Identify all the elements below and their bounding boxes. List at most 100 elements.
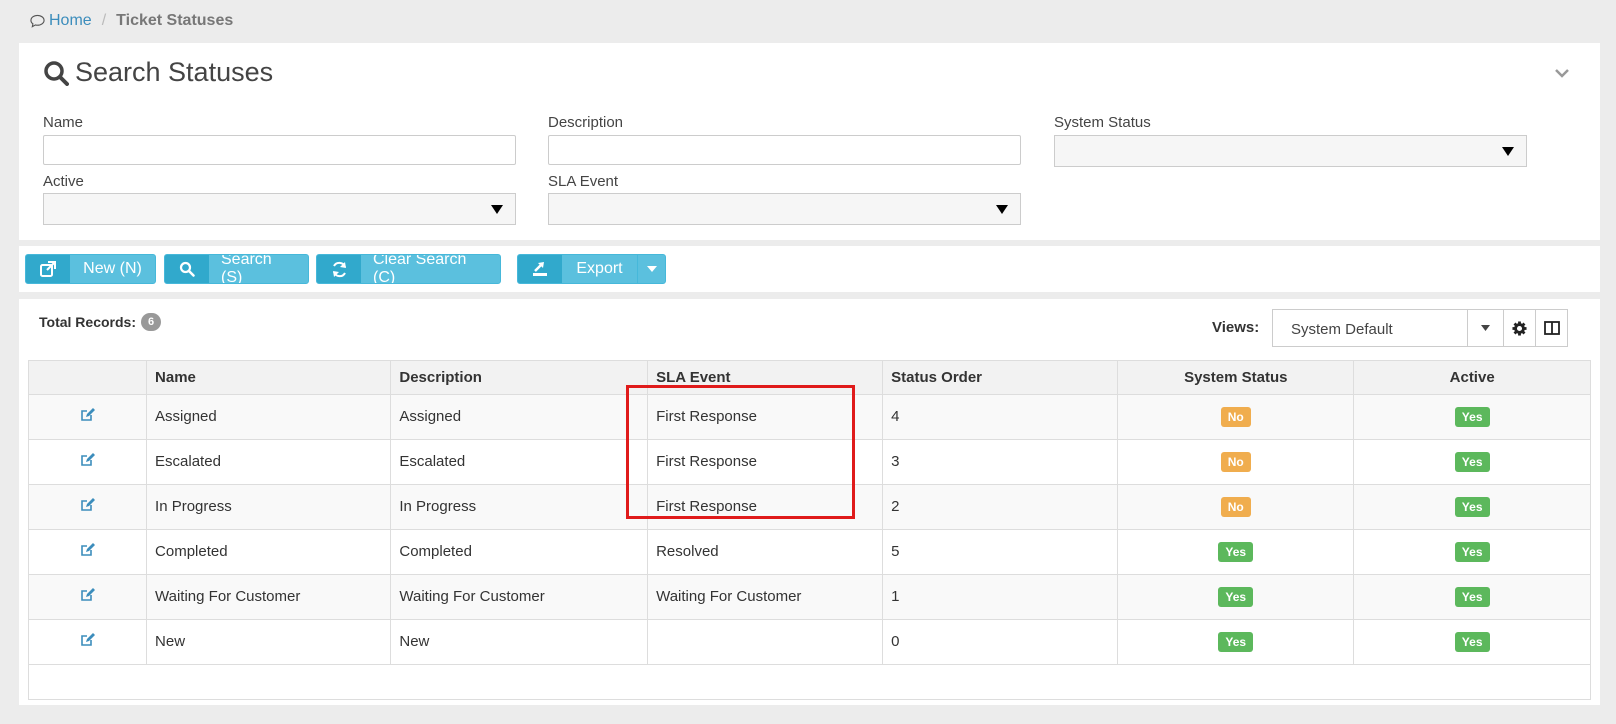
results-panel: Total Records: 6 Views: System Default N… xyxy=(19,299,1600,705)
export-button-label[interactable]: Export xyxy=(562,255,637,283)
edit-cell xyxy=(29,393,148,440)
caret-down-icon[interactable] xyxy=(1467,310,1503,346)
edit-icon[interactable] xyxy=(80,497,96,512)
cell-sla-event: First Response xyxy=(647,393,884,440)
cell-status-order: 4 xyxy=(882,393,1119,440)
cell-name: Completed xyxy=(146,528,392,575)
total-records-label: Total Records: xyxy=(39,314,136,330)
search-button[interactable]: Search (S) xyxy=(164,254,309,284)
clear-search-button-label[interactable]: Clear Search (C) xyxy=(361,255,500,283)
system-status-select[interactable] xyxy=(1054,135,1527,167)
export-button[interactable]: Export xyxy=(517,254,666,284)
status-badge: No xyxy=(1220,406,1251,427)
cell-status-order: 2 xyxy=(882,483,1119,530)
columns-icon xyxy=(1543,321,1560,335)
cell-sla-event: Waiting For Customer xyxy=(647,573,884,620)
edit-icon[interactable] xyxy=(80,587,96,602)
name-input[interactable] xyxy=(43,135,516,165)
system-status-label: System Status xyxy=(1054,114,1151,131)
table-row: In Progress In Progress First Response 2… xyxy=(29,483,1590,530)
search-panel-title-text: Search Statuses xyxy=(75,57,274,87)
cell-active: Yes xyxy=(1353,528,1590,575)
status-badge: Yes xyxy=(1454,631,1490,652)
description-label: Description xyxy=(548,114,624,131)
column-header-system-status[interactable]: System Status xyxy=(1117,361,1355,395)
edit-icon[interactable] xyxy=(80,452,96,467)
active-select[interactable] xyxy=(43,193,516,225)
gear-icon xyxy=(1512,320,1527,336)
status-badge: Yes xyxy=(1454,451,1490,472)
cell-status-order: 0 xyxy=(882,618,1119,665)
column-header-name[interactable]: Name xyxy=(146,361,392,395)
table-row: Waiting For Customer Waiting For Custome… xyxy=(29,573,1590,620)
cell-sla-event: Resolved xyxy=(647,528,884,575)
column-header-description[interactable]: Description xyxy=(390,361,649,395)
name-label: Name xyxy=(43,114,84,131)
status-badge: Yes xyxy=(1454,496,1490,517)
breadcrumb-home-label[interactable]: Home xyxy=(49,12,92,30)
cell-description: In Progress xyxy=(390,483,649,530)
status-badge: Yes xyxy=(1454,586,1490,607)
column-layout-button[interactable] xyxy=(1535,309,1568,347)
column-header-sla-event[interactable]: SLA Event xyxy=(647,361,884,395)
cell-description: Completed xyxy=(390,528,649,575)
dropdown-arrow-icon xyxy=(491,205,503,214)
active-label: Active xyxy=(43,173,84,190)
clear-search-button[interactable]: Clear Search (C) xyxy=(316,254,501,284)
chevron-down-icon[interactable] xyxy=(1554,65,1570,83)
new-button-label[interactable]: New (N) xyxy=(70,255,155,283)
cell-system-status: Yes xyxy=(1117,618,1355,665)
results-table: Name Description SLA Event Status Order … xyxy=(28,360,1591,700)
search-icon xyxy=(165,255,209,283)
views-select-value: System Default xyxy=(1291,321,1393,338)
breadcrumb: Home / Ticket Statuses xyxy=(30,12,233,30)
dropdown-arrow-icon xyxy=(1502,147,1514,156)
edit-icon[interactable] xyxy=(80,542,96,557)
cell-status-order: 3 xyxy=(882,438,1119,485)
edit-cell xyxy=(29,618,148,665)
cell-status-order: 5 xyxy=(882,528,1119,575)
sla-event-label: SLA Event xyxy=(548,173,619,190)
views-select[interactable]: System Default xyxy=(1272,309,1504,347)
status-badge: Yes xyxy=(1218,586,1254,607)
sla-event-select[interactable] xyxy=(548,193,1021,225)
cell-active: Yes xyxy=(1353,618,1590,665)
search-panel: Search Statuses Name Description System … xyxy=(19,43,1600,240)
edit-icon[interactable] xyxy=(80,632,96,647)
status-badge: Yes xyxy=(1454,406,1490,427)
description-input[interactable] xyxy=(548,135,1021,165)
status-badge: Yes xyxy=(1454,541,1490,562)
toolbar: New (N) Search (S) Clear Search (C) Expo… xyxy=(19,246,1600,292)
column-header-status-order[interactable]: Status Order xyxy=(882,361,1119,395)
cell-system-status: No xyxy=(1117,393,1355,440)
column-header-active[interactable]: Active xyxy=(1353,361,1590,395)
cell-sla-event: First Response xyxy=(647,483,884,530)
new-button[interactable]: New (N) xyxy=(25,254,156,284)
table-header-row: Name Description SLA Event Status Order … xyxy=(29,361,1590,395)
breadcrumb-home-link[interactable]: Home xyxy=(30,12,92,30)
cell-sla-event xyxy=(647,618,884,665)
export-dropdown-caret-icon[interactable] xyxy=(637,255,665,283)
breadcrumb-separator: / xyxy=(101,12,107,29)
edit-cell xyxy=(29,483,148,530)
search-button-label[interactable]: Search (S) xyxy=(209,255,308,283)
cell-active: Yes xyxy=(1353,573,1590,620)
view-settings-button[interactable] xyxy=(1503,309,1536,347)
external-link-icon xyxy=(26,255,70,283)
total-records-badge: 6 xyxy=(140,313,162,331)
edit-icon[interactable] xyxy=(80,407,96,422)
edit-cell xyxy=(29,573,148,620)
cell-active: Yes xyxy=(1353,438,1590,485)
status-badge: Yes xyxy=(1218,541,1254,562)
table-row: New New 0 Yes Yes xyxy=(29,618,1590,665)
cell-name: Escalated xyxy=(146,438,392,485)
cell-description: Waiting For Customer xyxy=(390,573,649,620)
search-panel-title: Search Statuses xyxy=(43,57,273,88)
cell-status-order: 1 xyxy=(882,573,1119,620)
cell-name: New xyxy=(146,618,392,665)
cell-system-status: Yes xyxy=(1117,573,1355,620)
status-badge: No xyxy=(1220,451,1251,472)
cell-name: In Progress xyxy=(146,483,392,530)
breadcrumb-current: Ticket Statuses xyxy=(116,12,234,29)
cell-system-status: No xyxy=(1117,438,1355,485)
